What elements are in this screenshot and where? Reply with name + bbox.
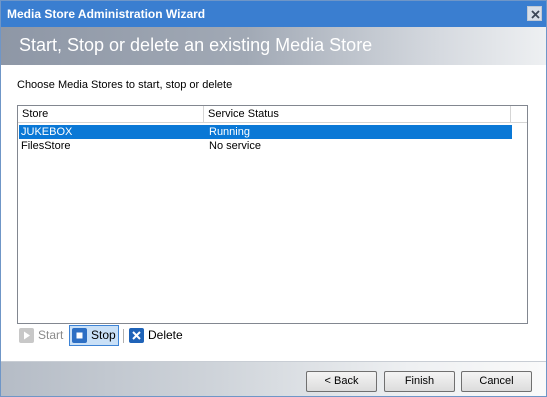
play-icon: [19, 328, 34, 343]
wizard-banner: Start, Stop or delete an existing Media …: [1, 27, 546, 65]
table-row[interactable]: FilesStore No service: [19, 139, 512, 153]
stop-icon: [72, 328, 87, 343]
page-heading: Start, Stop or delete an existing Media …: [19, 35, 373, 55]
table-row[interactable]: JUKEBOX Running: [19, 125, 512, 139]
store-name: JUKEBOX: [21, 126, 73, 138]
column-header-store[interactable]: Store: [18, 106, 204, 122]
stop-label: Stop: [91, 328, 116, 342]
title-bar: Media Store Administration Wizard: [1, 1, 546, 27]
instruction-label: Choose Media Stores to start, stop or de…: [17, 79, 233, 91]
back-button[interactable]: < Back: [306, 371, 377, 392]
media-store-list[interactable]: Store Service Status JUKEBOX Running Fil…: [17, 105, 528, 324]
close-button[interactable]: [527, 6, 542, 21]
close-icon: [531, 10, 540, 19]
column-header-service-status[interactable]: Service Status: [204, 106, 511, 122]
finish-button[interactable]: Finish: [384, 371, 455, 392]
service-status: Running: [209, 126, 250, 138]
start-button[interactable]: Start: [17, 325, 67, 346]
stop-button[interactable]: Stop: [69, 325, 119, 346]
window-title: Media Store Administration Wizard: [7, 7, 206, 21]
service-status: No service: [209, 140, 261, 152]
delete-x-icon: [129, 328, 144, 343]
toolbar-separator: [123, 329, 124, 343]
list-header: Store Service Status: [18, 106, 527, 123]
store-name: FilesStore: [21, 140, 71, 152]
column-header-filler: [511, 106, 527, 122]
cancel-button[interactable]: Cancel: [461, 371, 532, 392]
action-toolbar: Start Stop Delete: [17, 325, 317, 347]
wizard-window: Media Store Administration Wizard Start,…: [0, 0, 547, 397]
wizard-footer: < Back Finish Cancel: [1, 361, 546, 396]
delete-button[interactable]: Delete: [127, 325, 187, 346]
start-label: Start: [38, 328, 64, 342]
delete-label: Delete: [148, 328, 183, 342]
